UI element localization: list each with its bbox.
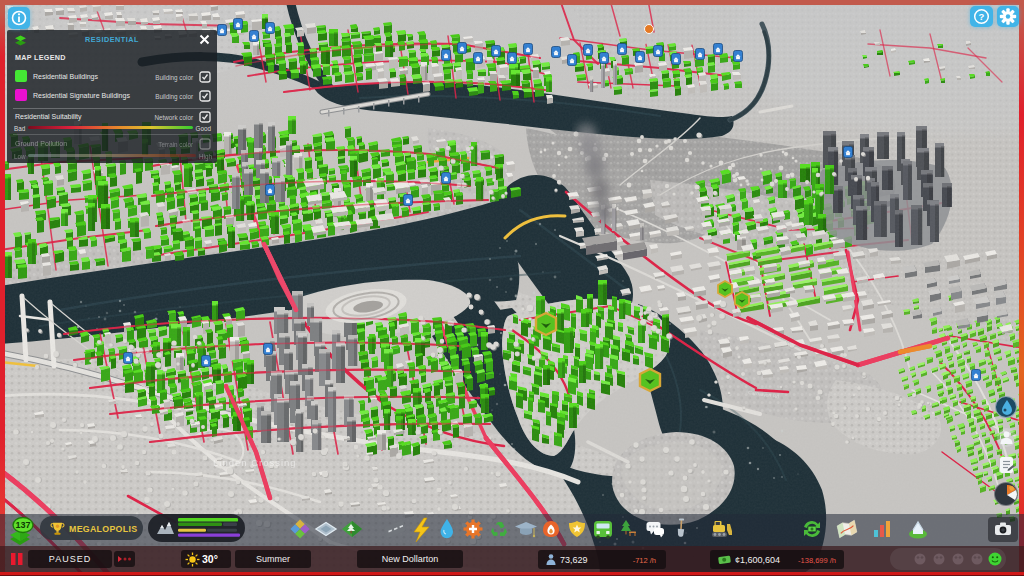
svg-text:?: ?: [979, 11, 985, 22]
svg-text:137: 137: [15, 520, 30, 530]
